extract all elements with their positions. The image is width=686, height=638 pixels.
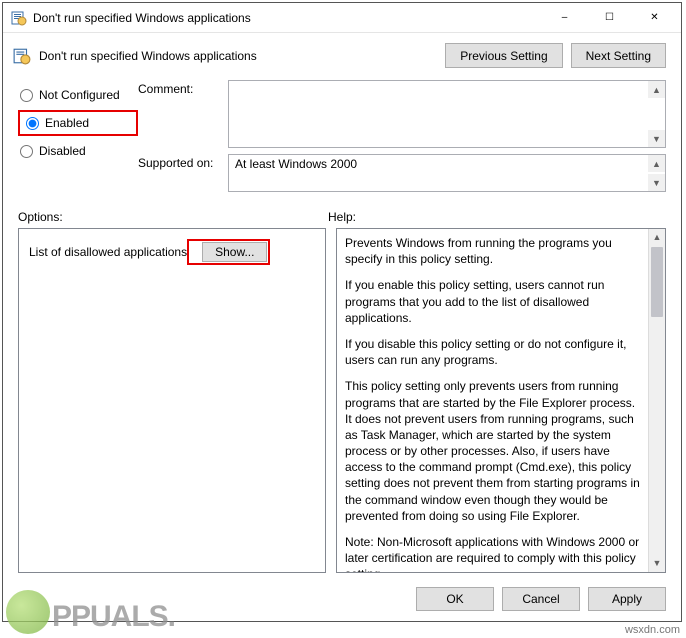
supported-box: At least Windows 2000 ▲ ▼ bbox=[228, 154, 666, 192]
state-column: Not Configured Enabled Disabled bbox=[18, 80, 138, 198]
ok-button[interactable]: OK bbox=[416, 587, 494, 611]
radio-enabled-input[interactable] bbox=[26, 117, 39, 130]
maximize-button[interactable]: ☐ bbox=[587, 4, 632, 32]
previous-setting-button[interactable]: Previous Setting bbox=[445, 43, 562, 68]
options-row: List of disallowed applications Show... bbox=[29, 239, 315, 265]
comment-textarea[interactable]: ▲ ▼ bbox=[228, 80, 666, 148]
options-section-label: Options: bbox=[18, 210, 328, 224]
header-row: Don't run specified Windows applications… bbox=[3, 33, 681, 72]
section-labels: Options: Help: bbox=[3, 198, 681, 228]
radio-not-configured-label: Not Configured bbox=[39, 88, 120, 102]
minimize-button[interactable]: – bbox=[542, 4, 587, 32]
comment-row: Comment: ▲ ▼ bbox=[138, 80, 666, 148]
help-text: If you disable this policy setting or do… bbox=[345, 336, 643, 368]
scroll-down-icon[interactable]: ▼ bbox=[648, 130, 665, 147]
titlebar: Don't run specified Windows applications… bbox=[3, 3, 681, 33]
radio-not-configured-input[interactable] bbox=[20, 89, 33, 102]
form-column: Comment: ▲ ▼ Supported on: At least Wind… bbox=[138, 80, 666, 198]
apply-button[interactable]: Apply bbox=[588, 587, 666, 611]
policy-title: Don't run specified Windows applications bbox=[39, 49, 437, 63]
supported-value: At least Windows 2000 bbox=[235, 157, 357, 171]
next-setting-button[interactable]: Next Setting bbox=[571, 43, 666, 68]
help-text: This policy setting only prevents users … bbox=[345, 378, 643, 524]
supported-label: Supported on: bbox=[138, 154, 228, 192]
help-section-label: Help: bbox=[328, 210, 666, 224]
radio-disabled-label: Disabled bbox=[39, 144, 86, 158]
help-text: If you enable this policy setting, users… bbox=[345, 277, 643, 326]
policy-icon bbox=[11, 10, 27, 26]
policy-icon bbox=[13, 47, 31, 65]
radio-not-configured[interactable]: Not Configured bbox=[18, 86, 138, 104]
panels-row: List of disallowed applications Show... … bbox=[3, 228, 681, 579]
disallowed-list-label: List of disallowed applications bbox=[29, 245, 187, 259]
radio-disabled[interactable]: Disabled bbox=[18, 142, 138, 160]
close-button[interactable]: ✕ bbox=[632, 4, 677, 32]
radio-enabled[interactable]: Enabled bbox=[24, 114, 132, 132]
radio-disabled-input[interactable] bbox=[20, 145, 33, 158]
policy-editor-window: Don't run specified Windows applications… bbox=[2, 2, 682, 622]
supported-row: Supported on: At least Windows 2000 ▲ ▼ bbox=[138, 154, 666, 192]
help-panel: Prevents Windows from running the progra… bbox=[336, 228, 666, 573]
enabled-highlight: Enabled bbox=[18, 110, 138, 136]
help-scrollbar[interactable]: ▲ ▼ bbox=[648, 229, 665, 572]
config-area: Not Configured Enabled Disabled Comment:… bbox=[3, 72, 681, 198]
scroll-up-icon[interactable]: ▲ bbox=[649, 229, 665, 246]
window-title: Don't run specified Windows applications bbox=[33, 11, 542, 25]
help-text: Prevents Windows from running the progra… bbox=[345, 235, 643, 267]
cancel-button[interactable]: Cancel bbox=[502, 587, 580, 611]
footer-buttons: OK Cancel Apply bbox=[3, 579, 681, 621]
scroll-thumb[interactable] bbox=[651, 247, 663, 317]
options-panel: List of disallowed applications Show... bbox=[18, 228, 326, 573]
scroll-down-icon[interactable]: ▼ bbox=[648, 174, 665, 191]
scroll-up-icon[interactable]: ▲ bbox=[648, 155, 665, 172]
radio-enabled-label: Enabled bbox=[45, 116, 89, 130]
show-highlight: Show... bbox=[187, 239, 270, 265]
scroll-down-icon[interactable]: ▼ bbox=[649, 555, 665, 572]
show-button[interactable]: Show... bbox=[202, 242, 267, 262]
help-text: Note: Non-Microsoft applications with Wi… bbox=[345, 534, 643, 573]
comment-label: Comment: bbox=[138, 80, 228, 148]
watermark-url: wsxdn.com bbox=[625, 624, 680, 636]
scroll-up-icon[interactable]: ▲ bbox=[648, 81, 665, 98]
